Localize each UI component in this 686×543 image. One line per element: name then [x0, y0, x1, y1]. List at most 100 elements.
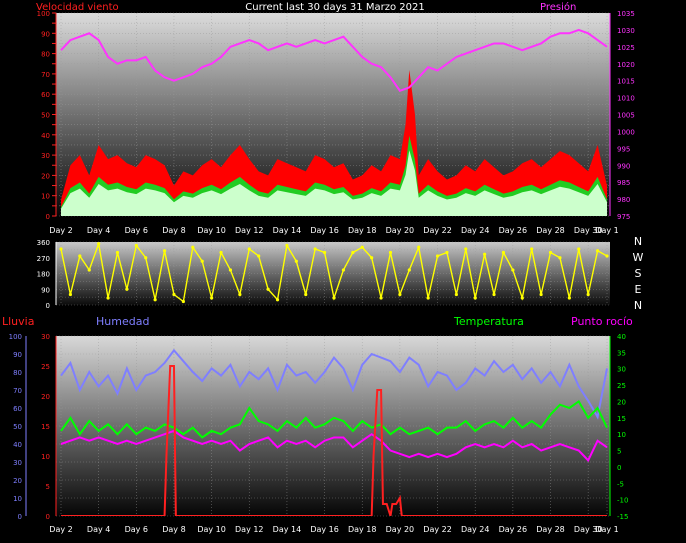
direction-point — [181, 299, 185, 304]
y-tick-label-pressure: 975 — [617, 213, 630, 221]
y-tick-label-temperature: -15 — [617, 513, 628, 521]
y-tick-label-humidity: 30 — [13, 459, 22, 467]
direction-point — [426, 296, 430, 300]
direction-point — [68, 292, 73, 297]
direction-point — [501, 250, 506, 255]
direction-point — [162, 249, 167, 253]
y-tick-label-humidity: 10 — [13, 495, 22, 503]
direction-point — [257, 254, 261, 258]
compass-label-n-top: N — [634, 235, 642, 248]
y-tick-label-wind: 50 — [41, 112, 50, 120]
y-tick-label-rain: 15 — [41, 423, 50, 431]
direction-point — [454, 292, 458, 297]
y-tick-label-temperature: 25 — [617, 382, 626, 390]
legend-wind-speed: Velocidad viento — [36, 2, 119, 13]
y-tick-label-humidity: 80 — [13, 369, 22, 377]
y-tick-label-temperature: 5 — [617, 448, 621, 456]
y-tick-label-pressure: 985 — [617, 179, 630, 187]
y-tick-label-direction: 0 — [46, 302, 50, 310]
direction-point — [445, 250, 449, 255]
x-tick-label-bottom: Day 22 — [423, 525, 452, 534]
direction-point — [520, 296, 524, 300]
legend-humidity: Humedad — [96, 315, 149, 328]
direction-point — [210, 296, 214, 300]
compass-label-e: E — [635, 283, 642, 296]
y-tick-label-temperature: 30 — [617, 366, 626, 374]
compass-label-s: S — [635, 267, 642, 280]
direction-point — [191, 245, 195, 249]
y-tick-label-temperature: 15 — [617, 415, 626, 423]
direction-point — [59, 247, 63, 251]
y-tick-label-rain: 10 — [41, 453, 50, 461]
direction-point — [144, 256, 148, 260]
y-tick-label-wind: 20 — [41, 172, 50, 180]
y-tick-label-wind: 10 — [41, 193, 50, 201]
direction-point — [595, 249, 600, 253]
x-tick-label-top: Day 8 — [162, 226, 185, 235]
y-tick-label-humidity: 70 — [13, 387, 22, 395]
y-tick-label-wind: 0 — [46, 213, 50, 221]
direction-point — [577, 247, 581, 251]
x-tick-label-top: Day 14 — [273, 226, 302, 235]
direction-point — [360, 245, 364, 249]
y-tick-label-direction: 270 — [37, 255, 50, 263]
x-tick-label-bottom: Day 8 — [162, 525, 185, 534]
y-tick-label-wind: 40 — [41, 132, 50, 140]
direction-point — [134, 243, 138, 248]
compass-label-n-bottom: N — [634, 299, 642, 312]
y-tick-label-pressure: 1015 — [617, 78, 635, 86]
direction-point — [153, 298, 157, 302]
direction-point — [492, 292, 496, 297]
direction-point — [228, 268, 233, 272]
y-tick-label-wind: 30 — [41, 152, 50, 160]
direction-point — [87, 268, 91, 272]
x-tick-label-bottom: Day 28 — [536, 525, 565, 534]
direction-point — [548, 250, 553, 255]
y-tick-label-pressure: 1020 — [617, 61, 635, 69]
y-tick-label-pressure: 980 — [617, 196, 630, 204]
x-tick-label-top: Day 2 — [49, 226, 72, 235]
compass-label-w: W — [633, 251, 644, 264]
direction-point — [435, 254, 440, 258]
direction-point — [558, 256, 562, 260]
direction-point — [417, 245, 421, 249]
x-tick-label-top: Day 18 — [348, 226, 377, 235]
y-tick-label-rain: 0 — [46, 513, 50, 521]
direction-point — [285, 243, 289, 248]
x-tick-label-bottom: Day 16 — [310, 525, 339, 534]
x-tick-label-top: Day 16 — [310, 226, 339, 235]
y-tick-label-humidity: 20 — [13, 477, 22, 485]
y-tick-label-humidity: 40 — [13, 441, 22, 449]
y-tick-label-wind: 90 — [41, 30, 50, 38]
direction-point — [106, 296, 110, 300]
x-tick-label-top: Day 4 — [87, 226, 110, 235]
x-tick-label-top: Day 24 — [461, 226, 490, 235]
y-tick-label-pressure: 1005 — [617, 112, 635, 120]
y-tick-label-humidity: 100 — [9, 333, 22, 341]
y-tick-label-direction: 90 — [41, 286, 50, 294]
direction-point — [78, 254, 82, 258]
x-tick-label-top: Day 26 — [499, 226, 528, 235]
y-tick-label-wind: 70 — [41, 71, 50, 79]
x-tick-label-top: Day 20 — [386, 226, 415, 235]
direction-point — [219, 250, 223, 255]
direction-point — [332, 296, 336, 300]
x-tick-label-top: Day 1 — [595, 226, 618, 235]
direction-point — [473, 296, 477, 300]
y-tick-label-temperature: -5 — [617, 480, 624, 488]
x-tick-label-top: Day 10 — [197, 226, 226, 235]
x-tick-label-bottom: Day 24 — [461, 525, 490, 534]
direction-point — [379, 296, 383, 300]
legend-dewpoint: Punto rocío — [571, 315, 633, 328]
y-tick-label-humidity: 0 — [18, 513, 22, 521]
direction-point — [511, 268, 515, 272]
y-tick-label-humidity: 60 — [13, 405, 22, 413]
y-tick-label-temperature: 35 — [617, 349, 626, 357]
x-tick-label-top: Day 6 — [125, 226, 148, 235]
y-tick-label-temperature: 40 — [617, 333, 626, 341]
x-tick-label-bottom: Day 14 — [273, 525, 302, 534]
direction-point — [238, 292, 242, 297]
direction-point — [304, 292, 308, 297]
y-tick-label-pressure: 990 — [617, 162, 630, 170]
y-tick-label-temperature: 0 — [617, 464, 621, 472]
